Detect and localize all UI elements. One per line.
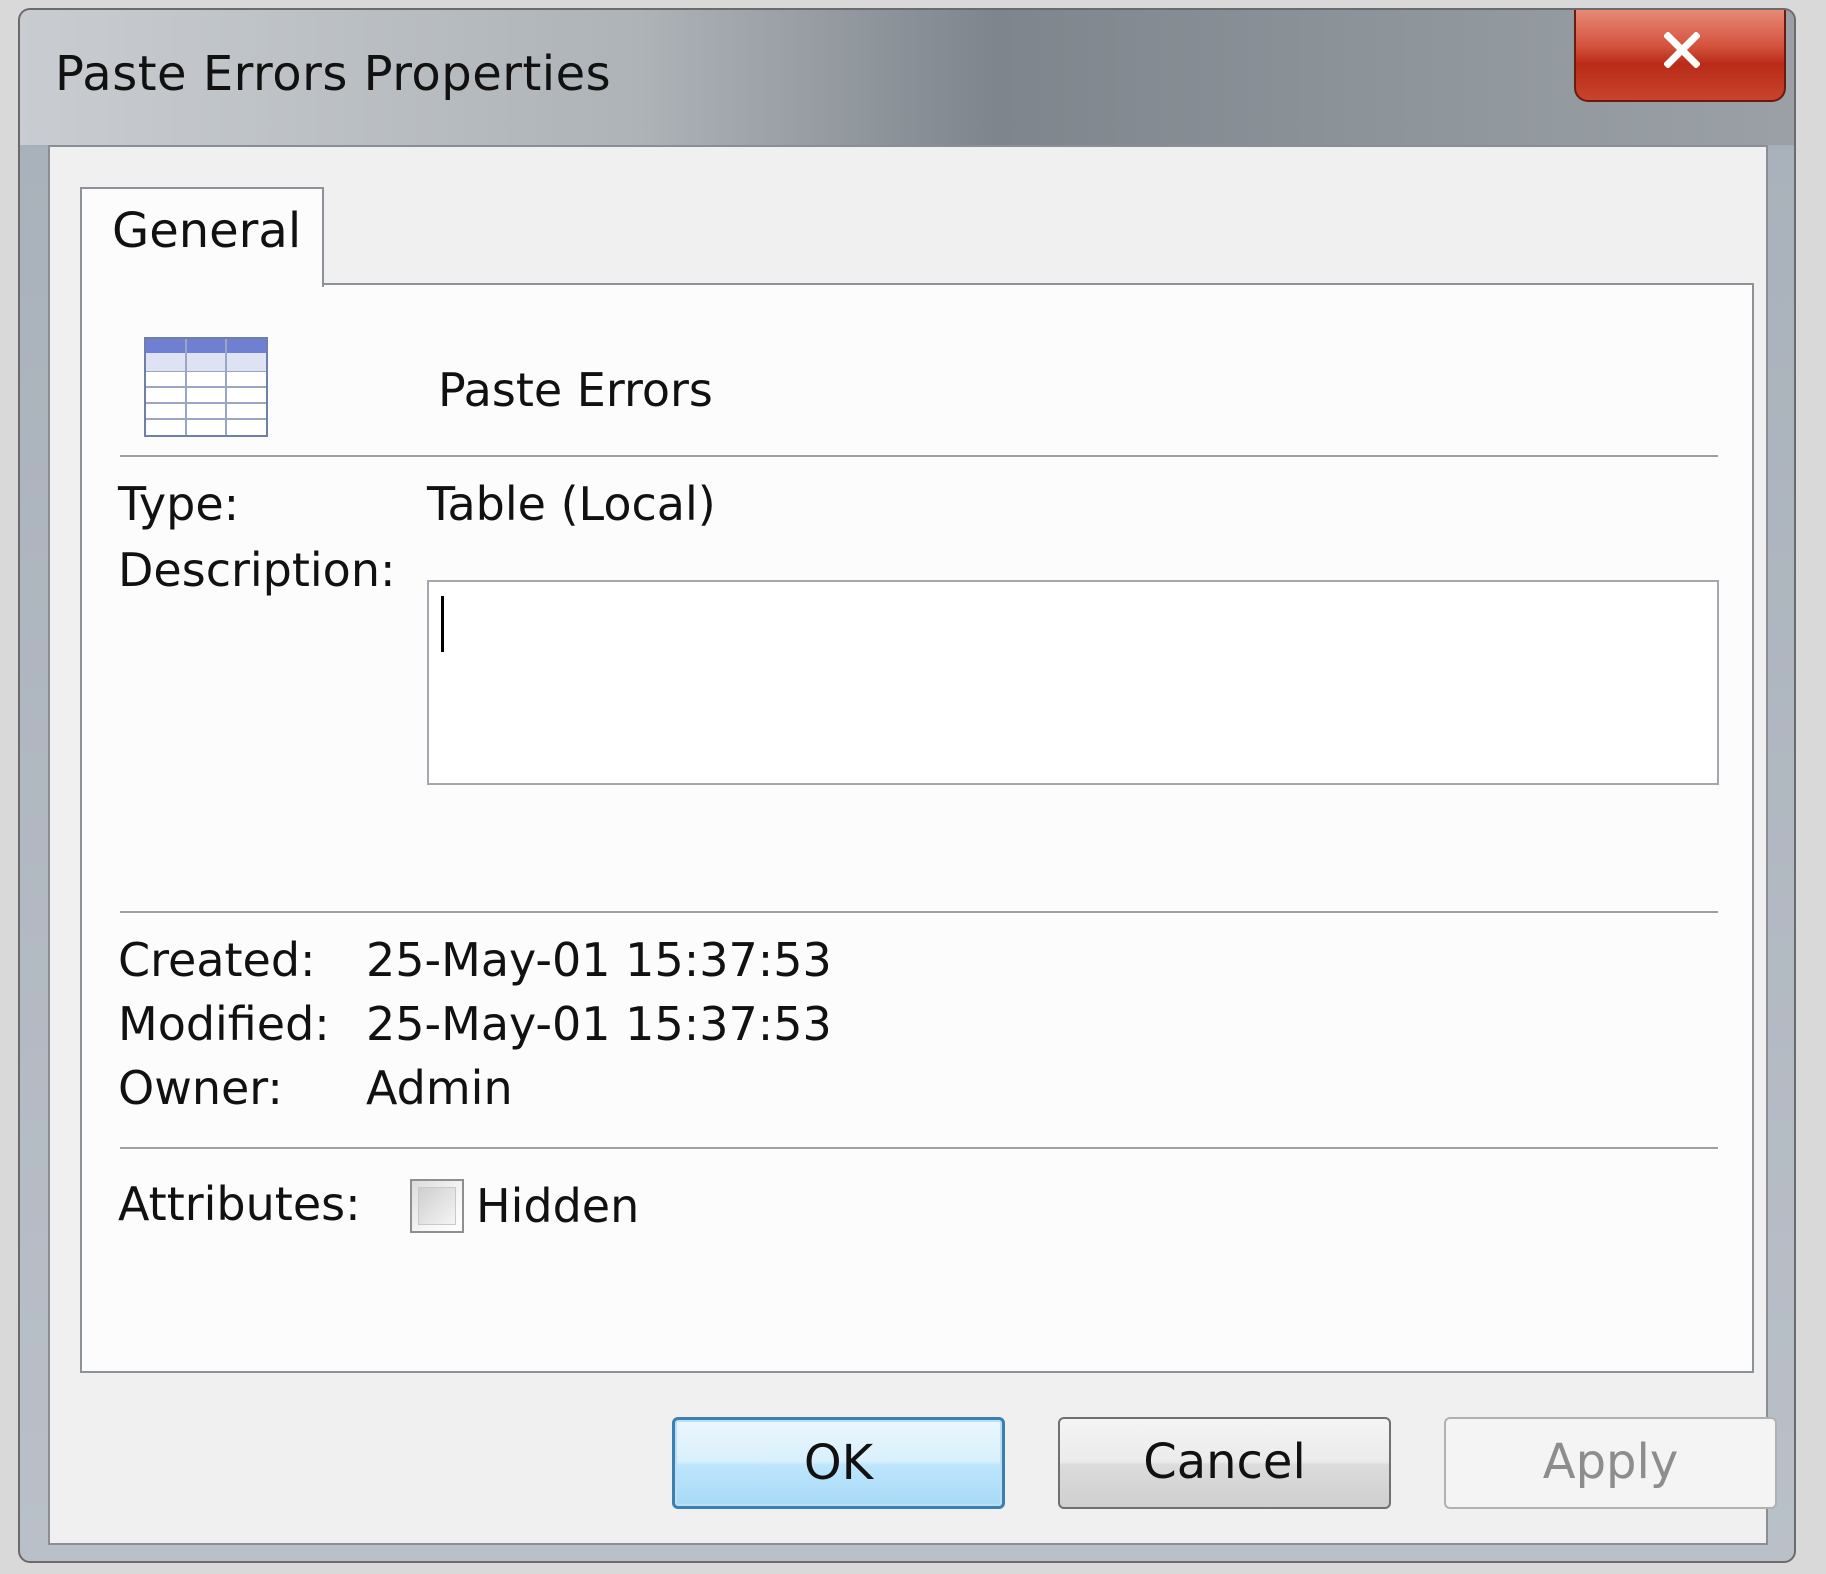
table-icon xyxy=(144,337,268,437)
cancel-button[interactable]: Cancel xyxy=(1058,1417,1391,1509)
modified-value: 25-May-01 15:37:53 xyxy=(366,997,832,1051)
apply-button[interactable]: Apply xyxy=(1444,1417,1777,1509)
modified-label: Modified: xyxy=(118,997,330,1051)
created-label: Created: xyxy=(118,933,316,987)
type-label: Type: xyxy=(118,477,240,531)
divider xyxy=(120,911,1718,914)
divider xyxy=(120,1147,1718,1150)
dialog-client-area: General Paste Errors Type: Table (Local) xyxy=(48,145,1777,1545)
attributes-label: Attributes: xyxy=(118,1177,361,1231)
close-button[interactable] xyxy=(1574,10,1786,102)
created-value: 25-May-01 15:37:53 xyxy=(366,933,832,987)
text-caret xyxy=(441,596,444,652)
window-title: Paste Errors Properties xyxy=(55,46,612,102)
close-icon xyxy=(1664,32,1700,68)
object-name: Paste Errors xyxy=(438,363,713,417)
description-label: Description: xyxy=(118,543,396,597)
divider xyxy=(120,455,1718,458)
tab-general[interactable]: General xyxy=(80,187,324,287)
tab-general-label: General xyxy=(112,203,302,259)
properties-dialog: Paste Errors Properties General Paste Er… xyxy=(18,8,1796,1563)
ok-button[interactable]: OK xyxy=(672,1417,1005,1509)
description-field[interactable] xyxy=(427,580,1719,785)
type-value: Table (Local) xyxy=(427,477,716,531)
title-bar[interactable]: Paste Errors Properties xyxy=(20,10,1794,145)
hidden-label[interactable]: Hidden xyxy=(476,1179,639,1233)
hidden-checkbox[interactable] xyxy=(410,1179,464,1233)
owner-value: Admin xyxy=(366,1061,513,1115)
general-tab-panel: Paste Errors Type: Table (Local) Descrip… xyxy=(80,283,1754,1373)
owner-label: Owner: xyxy=(118,1061,283,1115)
